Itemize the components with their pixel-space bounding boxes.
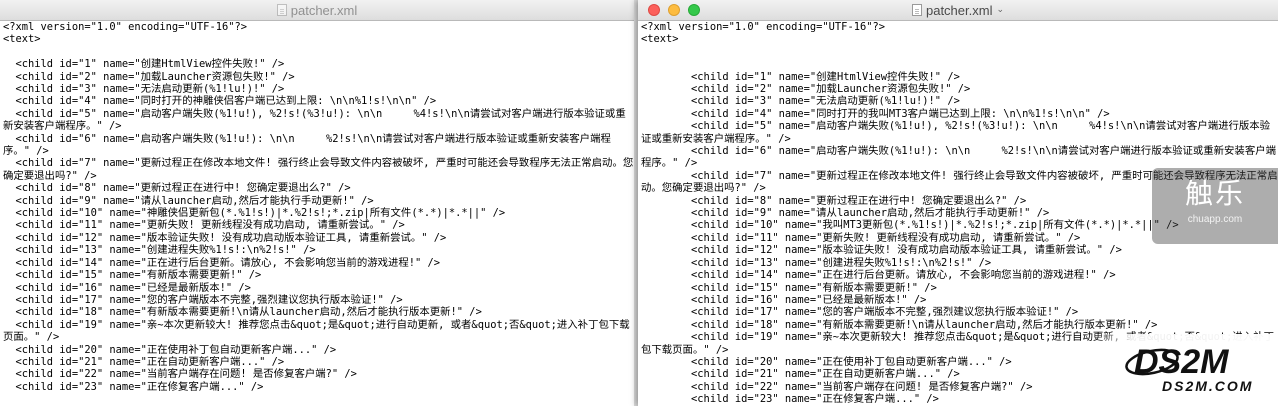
code-line: <child id="12" name="版本验证失败! 没有成功启动版本验证工…: [3, 231, 447, 244]
code-line: <child id="14" name="正在进行后台更新。请放心, 不会影响您…: [641, 269, 1116, 282]
code-line: <child id="6" name="启动客户端失败(%1!u!): \n\n…: [3, 132, 611, 158]
code-line: <child id="5" name="启动客户端失败(%1!u!), %2!s…: [3, 107, 626, 133]
right-title-group[interactable]: patcher.xml ⌄: [638, 0, 1278, 20]
code-line: <child id="6" name="启动客户端失败(%1!u!): \n\n…: [641, 145, 1276, 170]
code-line: <child id="1" name="创建HtmlView控件失败!" />: [3, 58, 285, 71]
ds2m-logo-icon: DS2M: [1125, 343, 1229, 380]
code-line: <child id="18" name="有新版本需要更新!\n请从launch…: [3, 306, 482, 319]
chuapp-url: chuapp.com: [1187, 214, 1243, 225]
code-line: <text>: [641, 33, 679, 46]
code-line: <child id="14" name="正在进行后台更新。请放心, 不会影响您…: [3, 256, 441, 269]
left-title-bar[interactable]: patcher.xml: [0, 0, 634, 21]
code-line: <child id="18" name="有新版本需要更新!\n请从launch…: [641, 318, 1158, 331]
code-line: <?xml version="1.0" encoding="UTF-16"?>: [641, 21, 885, 33]
code-line: <child id="21" name="正在自动更新客户端..." />: [3, 355, 285, 368]
code-line: <child id="20" name="正在使用补丁包自动更新客户端..." …: [3, 343, 337, 356]
code-line: <child id="17" name="您的客户端版本不完整,强烈建议您执行版…: [3, 293, 403, 306]
code-line: <child id="8" name="更新过程正在进行中! 您确定要退出么?"…: [3, 182, 351, 195]
right-title-bar[interactable]: patcher.xml ⌄: [638, 0, 1278, 21]
document-icon: [276, 4, 287, 16]
code-line: <child id="3" name="无法启动更新(%1!lu!)!" />: [641, 95, 960, 108]
left-window-title: patcher.xml: [290, 2, 358, 18]
code-line: <child id="16" name="已经是最新版本!" />: [641, 293, 927, 306]
title-chevron-icon[interactable]: ⌄: [996, 5, 1004, 15]
code-line: <child id="1" name="创建HtmlView控件失败!" />: [641, 70, 960, 83]
code-line: <child id="16" name="已经是最新版本!" />: [3, 281, 251, 294]
left-title-group: patcher.xml: [0, 0, 634, 20]
right-window-title[interactable]: patcher.xml: [926, 3, 992, 18]
code-line: <child id="2" name="加载Launcher资源包失败!" />: [641, 83, 971, 95]
code-line: <child id="11" name="更新失败! 更新线程没有成功启动, 请…: [3, 219, 405, 232]
chuapp-logo: 触乐: [1184, 177, 1245, 210]
code-line: <child id="4" name="同时打开的我叫MT3客户端已达到上限: …: [641, 107, 1110, 120]
ds2m-url: DS2M.COM: [1162, 378, 1254, 394]
code-line: <child id="15" name="有新版本需要更新!" />: [3, 269, 262, 282]
code-line: <child id="19" name="亲~本次更新较大! 推荐您点击&quo…: [3, 318, 630, 344]
document-icon: [911, 4, 922, 16]
code-line: <child id="4" name="同时打开的神雕侠侣客户端已达到上限: \…: [3, 95, 437, 108]
chuapp-watermark: 触乐 chuapp.com: [1152, 168, 1278, 244]
code-line: <child id="9" name="请从launcher启动,然后才能执行手…: [3, 194, 374, 207]
code-line: <child id="5" name="启动客户端失败(%1!u!), %2!s…: [641, 120, 1271, 145]
code-line: <child id="15" name="有新版本需要更新!" />: [641, 281, 937, 294]
code-line: <child id="13" name="创建进程失败%1!s!:\n%2!s!…: [641, 256, 992, 269]
code-line: <child id="3" name="无法启动更新(%1!lu!)!" />: [3, 83, 285, 96]
code-line: <?xml version="1.0" encoding="UTF-16"?>: [3, 21, 247, 33]
code-line: <child id="23" name="正在修复客户端..." />: [3, 380, 264, 393]
code-line: <child id="12" name="版本验证失败! 没有成功启动版本验证工…: [641, 244, 1122, 257]
code-line: <child id="10" name="神雕侠侣更新包(*.%1!s!)|*.…: [3, 207, 506, 220]
code-line: <child id="7" name="更新过程正在修改本地文件! 强行终止会导…: [3, 157, 634, 182]
ds2m-watermark: DS2M DS2M.COM: [1092, 334, 1278, 406]
left-text-area[interactable]: <?xml version="1.0" encoding="UTF-16"?> <…: [0, 21, 634, 406]
code-line: <child id="17" name="您的客户端版本不完整,强烈建议您执行版…: [641, 306, 1079, 319]
svg-text:DS2M: DS2M: [1134, 343, 1229, 380]
code-line: <child id="2" name="加载Launcher资源包失败!" />: [3, 70, 295, 83]
code-line: <text>: [3, 33, 41, 46]
left-editor-window[interactable]: patcher.xml <?xml version="1.0" encoding…: [0, 0, 634, 406]
code-line: <child id="13" name="创建进程失败%1!s!:\n%2!s!…: [3, 244, 316, 257]
code-line: <child id="22" name="当前客户端存在问题! 是否修复客户端?…: [3, 368, 357, 381]
